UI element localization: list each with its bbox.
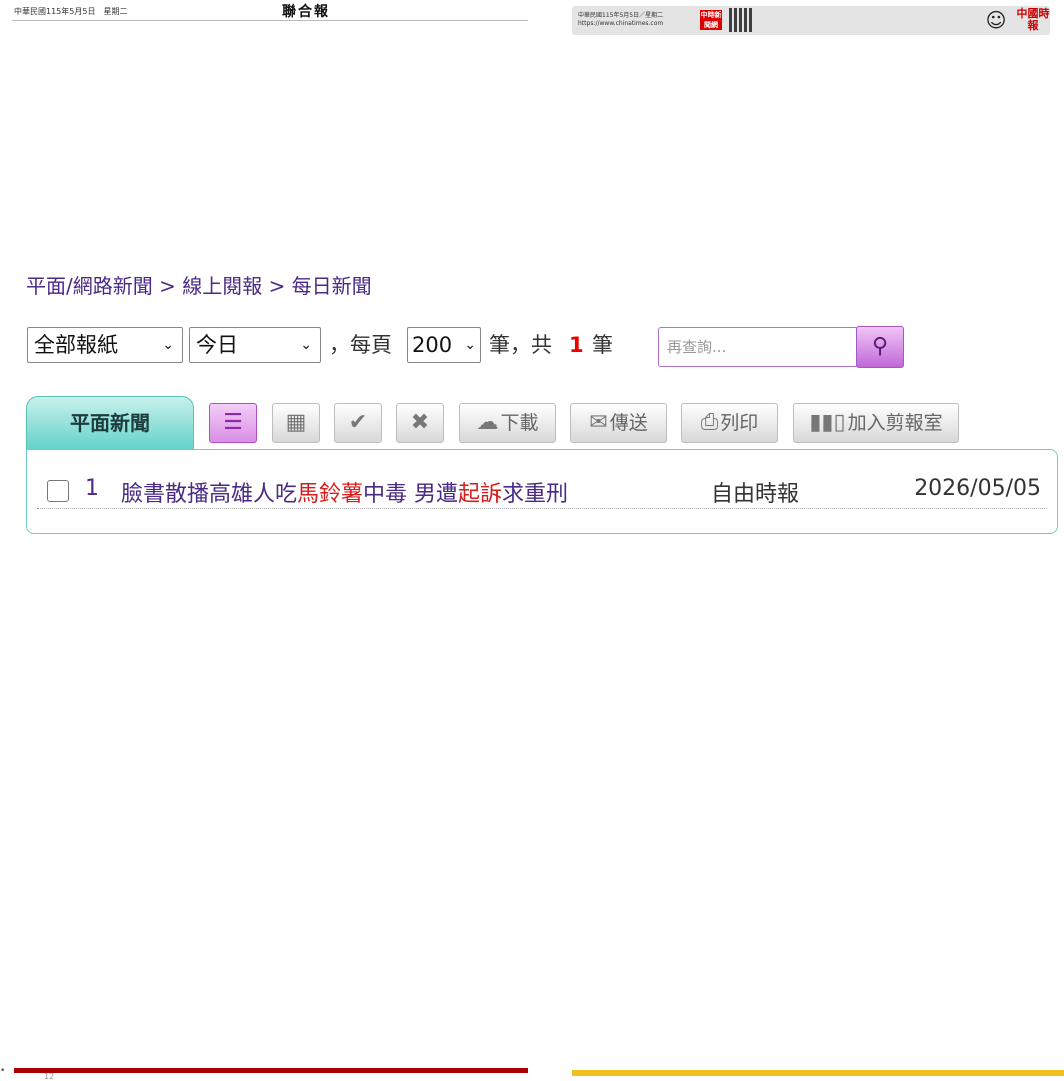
paper-select[interactable]: 全部報紙 ⌄ <box>27 327 183 363</box>
binders-icon: ▮▮▯ <box>809 410 846 435</box>
search-input[interactable]: 再查詢... <box>658 327 858 367</box>
bottom-bar-red <box>14 1068 528 1073</box>
add-clipping-button[interactable]: ▮▮▯ 加入剪報室 <box>793 403 959 443</box>
title-highlight: 起訴 <box>458 482 503 507</box>
chevron-down-icon: ⌄ <box>464 337 476 353</box>
close-icon: ✖ <box>410 410 430 435</box>
chevron-down-icon: ⌄ <box>300 337 312 353</box>
print-label: 列印 <box>720 412 759 434</box>
list-view-button[interactable]: ☰ <box>209 403 257 443</box>
search-button[interactable]: ⚲ <box>856 326 904 368</box>
per-page-unit: 筆，共 <box>489 333 552 357</box>
printer-icon: ⎙ <box>700 410 719 435</box>
mascot-icon: ☺ <box>985 8 1007 32</box>
tab-print-news[interactable]: 平面新聞 <box>26 396 194 450</box>
total-unit: 筆 <box>592 333 613 357</box>
title-part: 中毒 男遭 <box>363 482 459 507</box>
send-label: 傳送 <box>609 412 648 434</box>
select-all-button[interactable]: ✔ <box>334 403 382 443</box>
send-button[interactable]: ✉ 傳送 <box>570 403 667 443</box>
per-page-value: 200 <box>412 333 453 357</box>
strip-right-date-line: 中華民國115年5月5日／星期二 <box>578 12 664 19</box>
article-date: 2026/05/05 <box>914 476 1041 501</box>
grid-icon: ▦ <box>285 410 307 435</box>
print-button[interactable]: ⎙ 列印 <box>681 403 778 443</box>
udn-logo: 聯合報 <box>282 4 330 20</box>
chinatimes-logo: 中國時報 <box>1016 7 1050 32</box>
envelope-icon: ✉ <box>589 410 608 435</box>
row-checkbox[interactable] <box>47 480 69 502</box>
date-select[interactable]: 今日 ⌄ <box>189 327 321 363</box>
strip-right-date: 中華民國115年5月5日／星期二 https://www.chinatimes.… <box>578 12 1044 28</box>
total-count: 1 <box>569 333 584 357</box>
per-page-prefix: ，每頁 <box>329 333 392 357</box>
strip-right-url: https://www.chinatimes.com <box>578 20 664 27</box>
check-icon: ✔ <box>348 410 368 435</box>
date-select-value: 今日 <box>196 333 238 357</box>
qr-code-icon <box>729 8 753 32</box>
grid-view-button[interactable]: ▦ <box>272 403 320 443</box>
list-icon: ☰ <box>223 410 243 435</box>
title-part: 臉書散播高雄人吃 <box>121 482 298 507</box>
paper-select-value: 全部報紙 <box>34 333 118 357</box>
deselect-button[interactable]: ✖ <box>396 403 444 443</box>
title-highlight: 馬鈴薯 <box>297 482 364 507</box>
title-part: 求重刑 <box>502 482 569 507</box>
article-title-link[interactable]: 臉書散播高雄人吃馬鈴薯中毒 男遭起訴求重刑 <box>121 476 568 508</box>
per-page-select[interactable]: 200 ⌄ <box>407 327 481 363</box>
cloud-download-icon: ☁ <box>476 410 499 435</box>
header-strip-right: 中華民國115年5月5日／星期二 https://www.chinatimes.… <box>572 6 1050 35</box>
magnifier-icon: ⚲ <box>871 334 889 359</box>
page-marker: • <box>0 1066 6 1076</box>
download-label: 下載 <box>500 412 539 434</box>
header-strip-left: 中華民國115年5月5日 星期二 聯合報 <box>12 0 528 21</box>
add-clipping-label: 加入剪報室 <box>847 412 943 434</box>
chevron-down-icon: ⌄ <box>162 337 174 353</box>
breadcrumb: 平面/網路新聞 > 線上閱報 > 每日新聞 <box>26 274 372 298</box>
result-panel: 1 臉書散播高雄人吃馬鈴薯中毒 男遭起訴求重刑 自由時報 2026/05/05 <box>26 449 1058 534</box>
filter-row: 全部報紙 ⌄ 今日 ⌄ ，每頁 200 ⌄ 筆，共 1 筆 再查詢... ⚲ <box>27 326 927 368</box>
strip-left-date: 中華民國115年5月5日 星期二 <box>14 7 128 16</box>
download-button[interactable]: ☁ 下載 <box>459 403 556 443</box>
bottom-bar-yellow <box>572 1070 1064 1076</box>
chinatimes-badge: 中時新聞網 <box>700 10 722 30</box>
row-index: 1 <box>85 476 99 501</box>
article-source: 自由時報 <box>711 482 800 507</box>
table-row: 1 臉書散播高雄人吃馬鈴薯中毒 男遭起訴求重刑 自由時報 2026/05/05 <box>37 464 1047 509</box>
